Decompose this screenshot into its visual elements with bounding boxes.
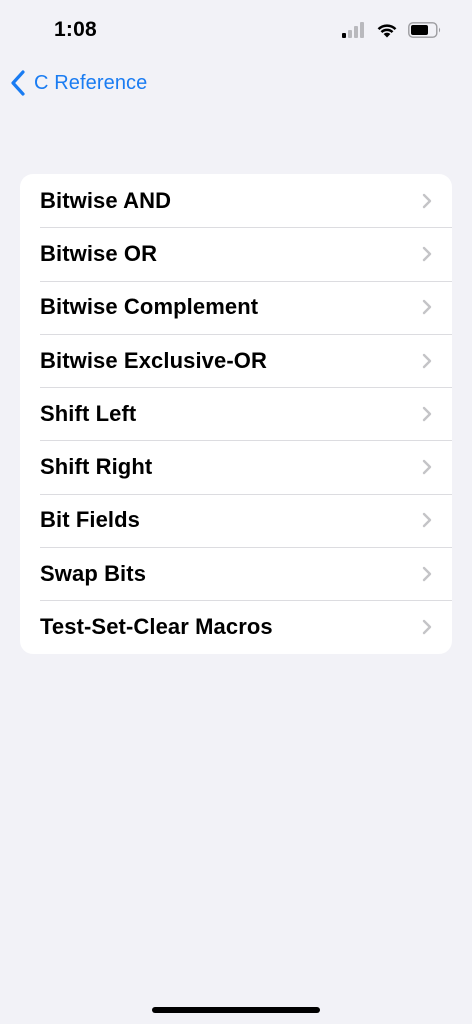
back-button[interactable]: C Reference xyxy=(10,70,147,96)
list-item-label: Bit Fields xyxy=(40,507,141,533)
list-item-label: Test-Set-Clear Macros xyxy=(40,614,273,640)
list-item-test-set-clear-macros[interactable]: Test-Set-Clear Macros xyxy=(20,600,452,653)
chevron-right-icon xyxy=(422,246,432,262)
list-item-label: Bitwise Complement xyxy=(40,294,259,320)
chevron-right-icon xyxy=(422,566,432,581)
list-item-bitwise-complement[interactable]: Bitwise Complement xyxy=(20,280,452,334)
chevron-right-icon xyxy=(422,406,432,422)
wifi-icon xyxy=(377,24,397,38)
list-item-shift-left[interactable]: Shift Left xyxy=(20,387,452,440)
list-item-bitwise-and[interactable]: Bitwise AND xyxy=(20,174,452,227)
chevron-right-icon xyxy=(422,300,432,315)
chevron-right-icon xyxy=(422,459,432,475)
status-bar: 1:08 xyxy=(0,0,472,60)
chevron-right-icon xyxy=(422,353,432,368)
list-item-swap-bits[interactable]: Swap Bits xyxy=(20,547,452,600)
status-icons xyxy=(342,22,442,38)
chevron-left-icon xyxy=(11,70,25,96)
chevron-right-icon xyxy=(422,193,432,208)
list-item-bitwise-exclusive-or[interactable]: Bitwise Exclusive-OR xyxy=(20,333,452,387)
status-time: 1:08 xyxy=(54,18,97,41)
topics-list: Bitwise AND Bitwise OR Bitwise Complemen… xyxy=(20,174,452,654)
list-item-shift-right[interactable]: Shift Right xyxy=(20,440,452,493)
list-item-label: Bitwise OR xyxy=(40,240,158,266)
list-item-label: Shift Left xyxy=(40,400,137,426)
back-button-label: C Reference xyxy=(34,71,148,94)
chevron-right-icon xyxy=(422,619,432,635)
cellular-signal-icon xyxy=(342,22,364,38)
navigation-bar: C Reference xyxy=(0,64,472,104)
chevron-right-icon xyxy=(422,513,432,528)
battery-icon xyxy=(408,22,441,38)
list-item-label: Bitwise AND xyxy=(40,187,172,213)
list-item-label: Shift Right xyxy=(40,454,153,480)
list-item-bit-fields[interactable]: Bit Fields xyxy=(20,493,452,547)
list-item-bitwise-or[interactable]: Bitwise OR xyxy=(20,227,452,280)
home-indicator[interactable] xyxy=(152,1007,320,1013)
list-item-label: Bitwise Exclusive-OR xyxy=(40,347,267,373)
list-item-label: Swap Bits xyxy=(40,560,147,586)
